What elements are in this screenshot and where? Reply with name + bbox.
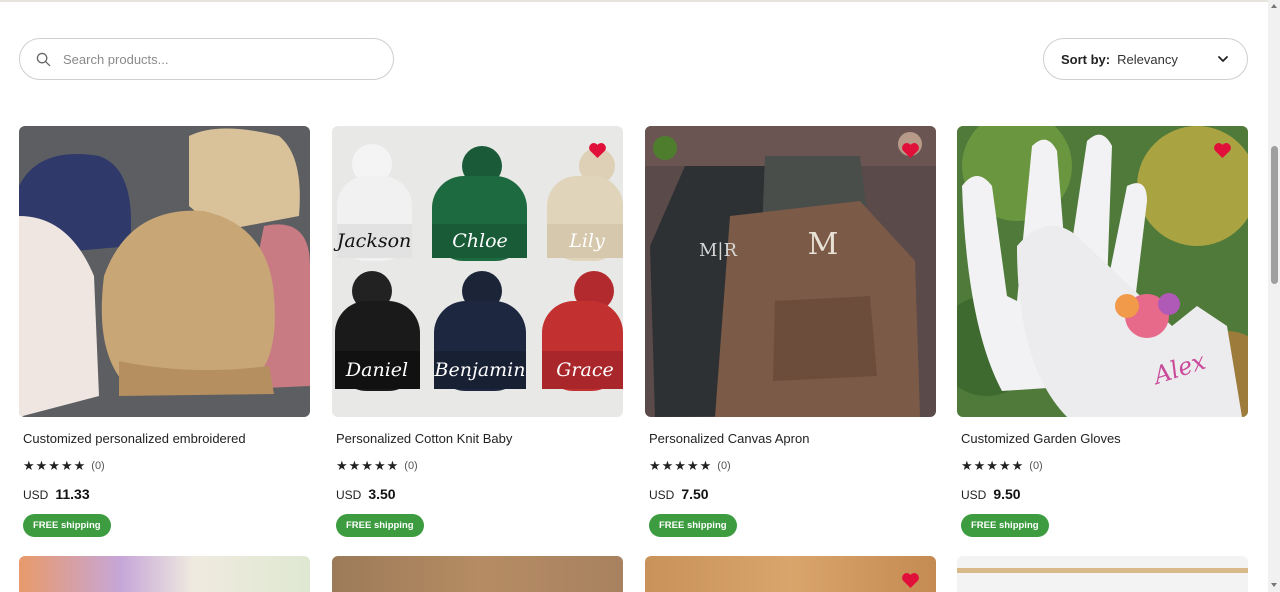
sort-dropdown[interactable]: Sort by: Relevancy — [1043, 38, 1248, 80]
price-currency: USD — [961, 488, 987, 502]
product-title[interactable]: Personalized Canvas Apron — [649, 431, 936, 446]
rail-decoration — [957, 568, 1248, 573]
free-shipping-badge: FREE shipping — [961, 514, 1049, 537]
product-card[interactable]: M M|R Personalized Canvas Apron ★★★★★ (0… — [645, 126, 936, 537]
review-count: (0) — [404, 460, 418, 472]
price-amount: 7.50 — [681, 486, 709, 502]
product-rating: ★★★★★ (0) — [23, 458, 310, 474]
product-image[interactable] — [332, 556, 623, 592]
product-image[interactable]: Alex — [957, 126, 1248, 417]
product-title[interactable]: Personalized Cotton Knit Baby — [336, 431, 623, 446]
product-image[interactable] — [19, 126, 310, 417]
scrollbar[interactable] — [1268, 0, 1280, 592]
review-count: (0) — [1029, 460, 1043, 472]
search-icon — [36, 52, 51, 66]
price-currency: USD — [649, 488, 675, 502]
price-currency: USD — [336, 488, 362, 502]
svg-text:M|R: M|R — [699, 240, 737, 261]
beanie-name-label: Benjamin — [434, 359, 526, 381]
heart-icon[interactable] — [588, 142, 607, 159]
scroll-down-arrow-icon[interactable] — [1271, 583, 1277, 587]
product-image[interactable]: Jackson Chloe Lily Daniel Benjamin Grace — [332, 126, 623, 417]
top-divider — [0, 0, 1268, 2]
product-rating: ★★★★★ (0) — [961, 458, 1248, 474]
product-card[interactable]: Jackson Chloe Lily Daniel Benjamin Grace… — [332, 126, 623, 537]
free-shipping-badge: FREE shipping — [23, 514, 111, 537]
heart-icon[interactable] — [901, 572, 920, 589]
price-amount: 9.50 — [993, 486, 1021, 502]
product-image[interactable] — [957, 556, 1248, 592]
product-card[interactable]: Customized personalized embroidered ★★★★… — [19, 126, 310, 537]
sort-value: Relevancy — [1117, 51, 1178, 67]
star-rating: ★★★★★ — [649, 458, 713, 473]
free-shipping-badge: FREE shipping — [336, 514, 424, 537]
product-photo: M M|R — [645, 126, 936, 417]
beanie-name-label: Lily — [568, 230, 605, 252]
beanie-name-label: Chloe — [452, 230, 508, 252]
heart-icon[interactable] — [901, 142, 920, 159]
search-input[interactable] — [63, 51, 363, 67]
scrollbar-thumb[interactable] — [1271, 146, 1278, 284]
product-image[interactable] — [645, 556, 936, 592]
product-rating: ★★★★★ (0) — [649, 458, 936, 474]
free-shipping-badge: FREE shipping — [649, 514, 737, 537]
product-card[interactable]: Alex Customized Garden Gloves ★★★★★ (0) … — [957, 126, 1248, 537]
product-price: USD 3.50 — [336, 486, 623, 502]
price-amount: 3.50 — [368, 486, 396, 502]
product-photo — [19, 126, 310, 417]
product-rating: ★★★★★ (0) — [336, 458, 623, 474]
search-box[interactable] — [19, 38, 394, 80]
review-count: (0) — [91, 460, 105, 472]
heart-icon[interactable] — [1213, 142, 1232, 159]
star-rating: ★★★★★ — [23, 458, 87, 473]
chevron-down-icon — [1218, 56, 1228, 62]
product-image[interactable]: M M|R — [645, 126, 936, 417]
star-rating: ★★★★★ — [961, 458, 1025, 473]
sort-label: Sort by: — [1061, 51, 1111, 67]
product-price: USD 9.50 — [961, 486, 1248, 502]
review-count: (0) — [717, 460, 731, 472]
price-amount: 11.33 — [55, 486, 90, 502]
svg-text:M: M — [808, 227, 839, 262]
price-currency: USD — [23, 488, 49, 502]
beanie-name-label: Grace — [556, 359, 613, 381]
product-price: USD 11.33 — [23, 486, 310, 502]
product-photo: Jackson Chloe Lily Daniel Benjamin Grace — [332, 126, 623, 417]
product-title[interactable]: Customized personalized embroidered — [23, 431, 310, 446]
product-image[interactable] — [19, 556, 310, 592]
beanie-name-label: Jackson — [333, 230, 412, 252]
product-price: USD 7.50 — [649, 486, 936, 502]
product-title[interactable]: Customized Garden Gloves — [961, 431, 1248, 446]
beanie-name-label: Daniel — [345, 359, 408, 381]
product-photo: Alex — [957, 126, 1248, 417]
star-rating: ★★★★★ — [336, 458, 400, 473]
scroll-up-arrow-icon[interactable] — [1271, 4, 1277, 8]
